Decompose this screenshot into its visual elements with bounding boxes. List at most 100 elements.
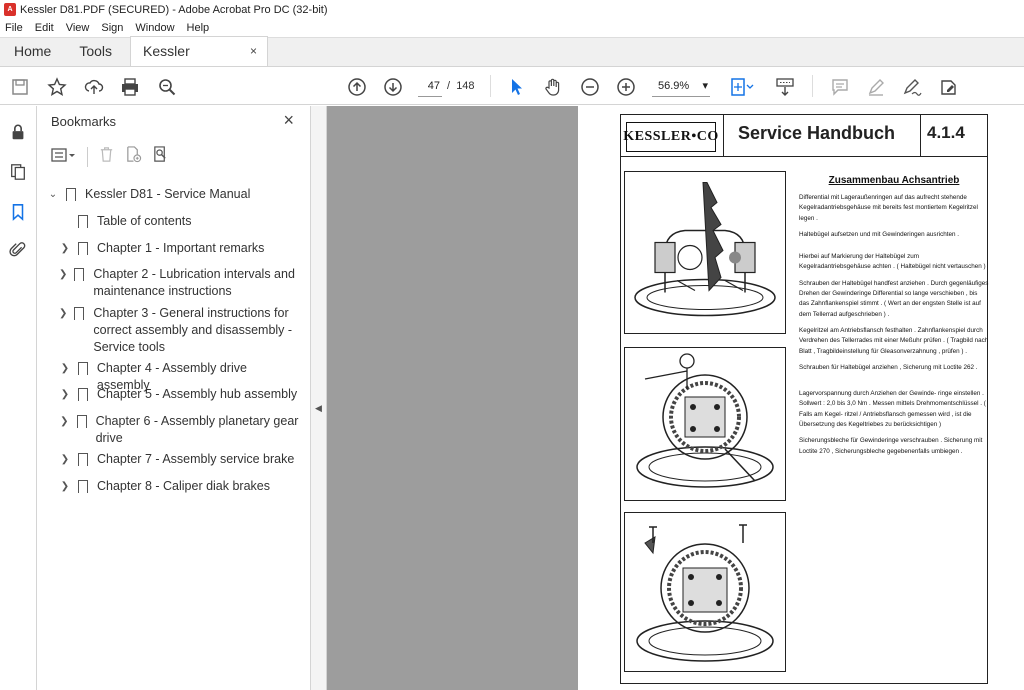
menu-sign[interactable]: Sign (101, 22, 123, 34)
sign-icon[interactable] (901, 76, 923, 98)
instruction-paragraph: Differential mit Lageraußenringen auf da… (799, 194, 978, 222)
chevron-right-icon[interactable]: ❯ (59, 451, 71, 468)
instruction-paragraph: Sicherungsbleche für Gewinderinge versch… (799, 437, 983, 455)
page-number-input[interactable]: 47 (418, 75, 442, 97)
zoom-in-icon[interactable] (615, 76, 637, 98)
bookmark-item-toc[interactable]: Table of contents (71, 213, 301, 230)
document-viewer[interactable]: KESSLER•CO Service Handbuch 4.1.4 Zusamm… (327, 106, 1024, 690)
bookmark-item-chapter-1[interactable]: ❯ Chapter 1 - Important remarks (59, 240, 301, 257)
bookmark-item-chapter-7[interactable]: ❯ Chapter 7 - Assembly service brake (59, 451, 301, 468)
attachment-icon[interactable] (8, 240, 28, 260)
bookmarks-title: Bookmarks (51, 114, 117, 129)
bookmark-flag-icon (66, 188, 76, 201)
chevron-right-icon[interactable]: ❯ (59, 386, 71, 403)
tab-document[interactable]: Kessler D81.PDF (S... × (130, 36, 269, 87)
navigation-rail (0, 106, 37, 690)
bookmark-item-chapter-5[interactable]: ❯ Chapter 5 - Assembly hub assembly (59, 386, 301, 403)
chevron-down-icon: ▾ (702, 80, 708, 92)
toolbar-divider (490, 75, 491, 97)
tab-close-icon[interactable]: × (250, 37, 257, 66)
comment-icon[interactable] (829, 76, 851, 98)
bookmark-item-chapter-2[interactable]: ❯ Chapter 2 - Lubrication intervals and … (59, 266, 301, 300)
bookmark-label: Chapter 3 - General instructions for cor… (93, 306, 293, 354)
section-number: 4.1.4 (927, 123, 965, 142)
delete-bookmark-icon[interactable] (98, 146, 115, 168)
bookmarks-panel-icon[interactable] (8, 202, 28, 222)
menu-help[interactable]: Help (187, 22, 210, 34)
page-frame: KESSLER•CO Service Handbuch 4.1.4 Zusamm… (620, 114, 988, 684)
page-down-icon[interactable] (382, 76, 404, 98)
page-up-icon[interactable] (346, 76, 368, 98)
instruction-paragraph: Schrauben für Haltebügel anziehen , Sich… (799, 363, 978, 371)
menu-view[interactable]: View (66, 22, 90, 34)
chevron-right-icon[interactable]: ❯ (59, 266, 67, 283)
tab-tools[interactable]: Tools (65, 37, 126, 66)
close-panel-icon[interactable]: × (283, 110, 294, 131)
bookmark-label: Table of contents (97, 214, 192, 228)
chevron-down-icon[interactable]: ⌄ (47, 186, 59, 203)
options-menu-icon[interactable] (51, 147, 77, 168)
bookmark-item-chapter-8[interactable]: ❯ Chapter 8 - Caliper diak brakes (59, 478, 301, 495)
search-zoom-icon[interactable] (156, 76, 178, 98)
kessler-logo: KESSLER•CO (623, 122, 718, 152)
page-count: 148 (456, 80, 475, 92)
acrobat-icon: A (4, 3, 16, 16)
bookmark-flag-icon (78, 453, 88, 466)
fit-page-icon[interactable] (728, 76, 756, 98)
instruction-paragraph: Lagervorspannung durch Anziehen der Gewi… (799, 390, 986, 429)
bookmark-root[interactable]: ⌄ Kessler D81 - Service Manual (47, 186, 302, 203)
page-thumbnails-icon[interactable] (8, 162, 28, 182)
instruction-paragraph: Haltebügel aufsetzen und mit Gewindering… (799, 230, 959, 238)
page-separator: / (447, 80, 451, 92)
menu-file[interactable]: File (5, 22, 23, 34)
select-arrow-icon[interactable] (505, 76, 527, 98)
title-bar: A Kessler D81.PDF (SECURED) - Adobe Acro… (0, 0, 1024, 19)
bookmark-label: Chapter 1 - Important remarks (97, 241, 265, 255)
zoom-out-icon[interactable] (579, 76, 601, 98)
tab-home[interactable]: Home (0, 37, 65, 66)
upload-icon[interactable] (83, 76, 105, 98)
panel-collapse-handle[interactable]: ◀ (311, 106, 327, 690)
instruction-paragraph: Hierbei auf Markierung der Haltebügel zu… (799, 253, 986, 271)
highlight-icon[interactable] (865, 76, 887, 98)
instruction-text: Zusammenbau Achsantrieb Differential mit… (799, 175, 989, 463)
menu-edit[interactable]: Edit (35, 22, 54, 34)
bookmark-star-icon[interactable] (46, 76, 68, 98)
pdf-page: KESSLER•CO Service Handbuch 4.1.4 Zusamm… (578, 106, 1024, 690)
bookmark-flag-icon (78, 388, 88, 401)
new-bookmark-icon[interactable] (125, 146, 142, 168)
toolbar-divider (812, 75, 813, 97)
chevron-right-icon[interactable]: ❯ (59, 478, 71, 495)
find-bookmark-icon[interactable] (152, 146, 169, 168)
bookmark-label: Chapter 7 - Assembly service brake (97, 452, 295, 466)
bookmark-flag-icon (74, 268, 85, 281)
bookmark-item-chapter-6[interactable]: ❯ Chapter 6 - Assembly planetary gear dr… (59, 413, 301, 447)
bookmark-flag-icon (78, 480, 88, 493)
print-icon[interactable] (119, 76, 141, 98)
hand-icon[interactable] (542, 76, 564, 98)
instruction-paragraph: Kegelritzel am Antriebsflansch festhalte… (799, 326, 989, 355)
scroll-mode-icon[interactable] (774, 76, 796, 98)
section-heading: Zusammenbau Achsantrieb (828, 175, 960, 186)
chevron-right-icon[interactable]: ❯ (59, 360, 71, 377)
figure-bearing-preload (624, 512, 786, 672)
bookmark-flag-icon (78, 215, 88, 228)
zoom-select[interactable]: 56.9% ▾ (652, 75, 710, 97)
page-header: KESSLER•CO Service Handbuch 4.1.4 (621, 115, 987, 157)
chevron-right-icon[interactable]: ❯ (59, 305, 67, 322)
menu-bar: File Edit View Sign Window Help (0, 19, 1024, 37)
save-icon[interactable] (9, 76, 31, 98)
page-total: / 148 (447, 75, 475, 97)
bookmarks-panel: Bookmarks × ⌄ Kessler D81 - Service Manu… (37, 106, 311, 690)
chevron-right-icon[interactable]: ❯ (59, 413, 70, 430)
bookmarks-toolbar (51, 144, 169, 170)
zoom-value: 56.9% (658, 80, 690, 92)
fill-sign-icon[interactable] (938, 76, 960, 98)
chevron-right-icon[interactable]: ❯ (59, 240, 71, 257)
tab-bar: Home Tools Kessler D81.PDF (S... × (0, 36, 1024, 87)
bookmark-label: Chapter 5 - Assembly hub assembly (97, 387, 298, 401)
lock-icon[interactable] (8, 122, 28, 142)
menu-window[interactable]: Window (135, 22, 174, 34)
bookmark-item-chapter-3[interactable]: ❯ Chapter 3 - General instructions for c… (59, 305, 301, 356)
bookmark-label: Chapter 6 - Assembly planetary gear driv… (95, 414, 299, 445)
